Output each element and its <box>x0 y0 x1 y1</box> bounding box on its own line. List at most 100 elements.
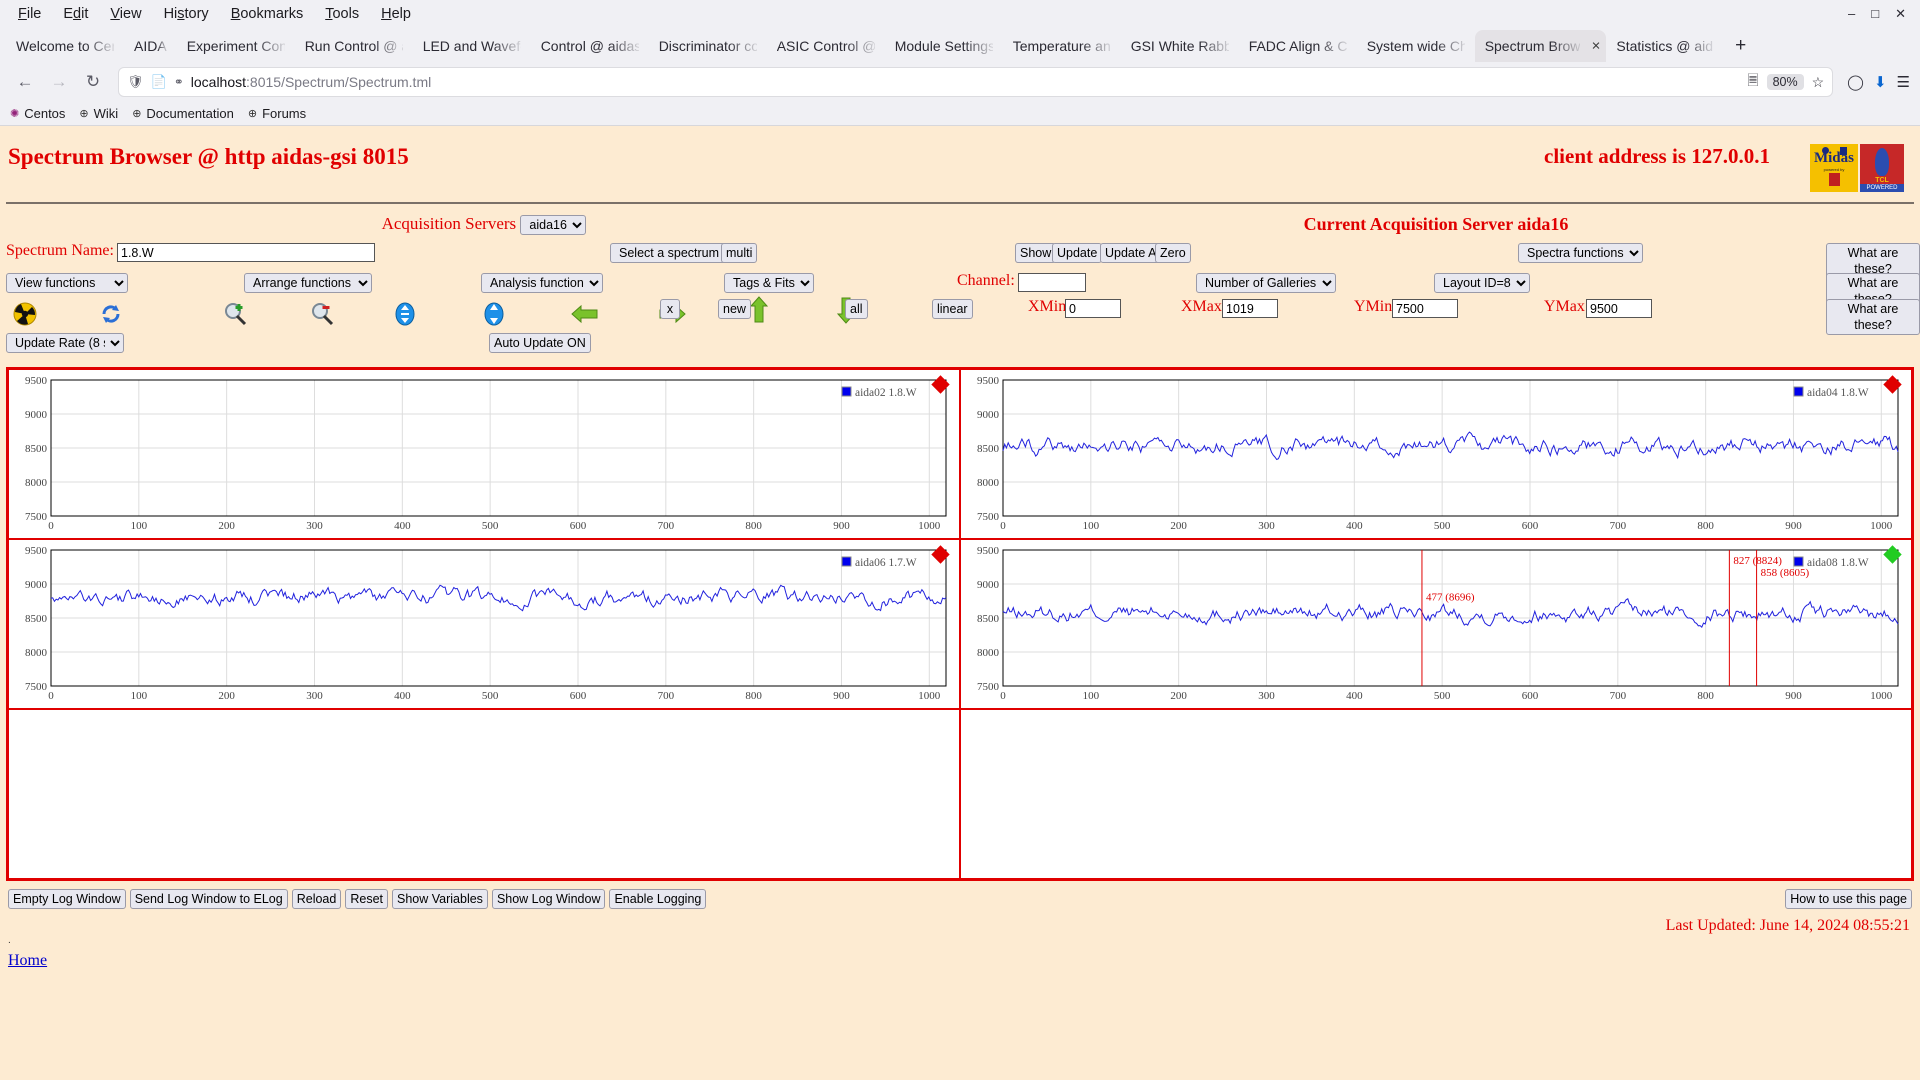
what-are-these-button-3[interactable]: What are these? <box>1826 299 1920 335</box>
forward-icon[interactable]: → <box>44 67 74 97</box>
svg-text:400: 400 <box>394 690 411 702</box>
bookmark-forums[interactable]: ⊕Forums <box>248 106 306 121</box>
zoom-in-icon[interactable] <box>222 301 248 327</box>
window-close-button[interactable]: ✕ <box>1895 6 1906 22</box>
browser-tab-13[interactable]: Spectrum Brow× <box>1475 30 1607 62</box>
browser-tab-8[interactable]: Module Settings <box>885 30 1003 62</box>
analysis-functions-dropdown[interactable]: Analysis functions <box>481 273 603 293</box>
logo-group: Midas powered by TCL POWERED <box>1810 144 1904 192</box>
gallery-cell-aida02[interactable]: 7500800085009000950001002003004005006007… <box>8 369 960 539</box>
layout-id-dropdown[interactable]: Layout ID=8 <box>1434 273 1530 293</box>
browser-tab-6[interactable]: Discriminator co <box>649 30 767 62</box>
zoom-out-icon[interactable] <box>309 301 335 327</box>
how-to-use-this-page-button[interactable]: How to use this page <box>1785 889 1912 909</box>
show-variables-button[interactable]: Show Variables <box>392 889 488 909</box>
browser-tab-12[interactable]: System wide Ch <box>1357 30 1475 62</box>
enable-logging-button[interactable]: Enable Logging <box>609 889 706 909</box>
zoom-level-badge[interactable]: 80% <box>1767 74 1804 90</box>
url-bar[interactable]: 🛡 📄 ⚭ localhost:8015/Spectrum/Spectrum.t… <box>118 67 1833 97</box>
permissions-icon[interactable]: ⚭ <box>174 75 184 89</box>
browser-tab-11[interactable]: FADC Align & C <box>1239 30 1357 62</box>
gallery-cell-aida08[interactable]: 7500800085009000950001002003004005006007… <box>960 539 1912 709</box>
reload-icon[interactable]: ↻ <box>78 67 108 97</box>
expand-vertical-icon[interactable] <box>481 301 507 327</box>
empty-log-window-button[interactable]: Empty Log Window <box>8 889 126 909</box>
linear-button[interactable]: linear <box>932 299 973 319</box>
tab-label: Discriminator co <box>659 38 757 54</box>
refresh-icon[interactable] <box>98 301 124 327</box>
arrow-left-icon[interactable] <box>570 301 596 327</box>
svg-text:800: 800 <box>745 690 762 702</box>
show-log-window-button[interactable]: Show Log Window <box>492 889 606 909</box>
xmin-input[interactable] <box>1065 299 1121 318</box>
zero-button[interactable]: Zero <box>1155 243 1191 263</box>
pocket-icon[interactable]: ◯ <box>1847 73 1864 91</box>
menu-bookmarks[interactable]: Bookmarks <box>221 3 314 25</box>
gallery-cell-empty-1[interactable] <box>960 709 1912 879</box>
number-of-galleries-dropdown[interactable]: Number of Galleries <box>1196 273 1336 293</box>
reload-button[interactable]: Reload <box>292 889 342 909</box>
gallery-cell-empty-0[interactable] <box>8 709 960 879</box>
new-tab-button[interactable]: + <box>1723 30 1758 62</box>
browser-tab-1[interactable]: AIDA <box>124 30 177 62</box>
downloads-icon[interactable]: ⬇ <box>1874 73 1887 91</box>
browser-tab-9[interactable]: Temperature an <box>1003 30 1121 62</box>
arrange-functions-dropdown[interactable]: Arrange functions <box>244 273 372 293</box>
gallery-cell-aida04[interactable]: 7500800085009000950001002003004005006007… <box>960 369 1912 539</box>
auto-update-button[interactable]: Auto Update ON <box>489 333 591 353</box>
page-icon: 📄 <box>151 74 167 90</box>
browser-tab-14[interactable]: Statistics @ aid <box>1606 30 1723 62</box>
browser-tab-10[interactable]: GSI White Rabbi <box>1121 30 1239 62</box>
window-minimize-button[interactable]: – <box>1848 6 1855 22</box>
menu-file[interactable]: FFileile <box>8 3 51 25</box>
x-button[interactable]: x <box>660 299 680 319</box>
menu-help[interactable]: Help <box>371 3 421 25</box>
menu-history[interactable]: History <box>154 3 219 25</box>
app-menu-icon[interactable]: ☰ <box>1897 73 1910 91</box>
send-log-to-elog-button[interactable]: Send Log Window to ELog <box>130 889 288 909</box>
channel-input[interactable] <box>1018 273 1086 292</box>
back-icon[interactable]: ← <box>10 67 40 97</box>
update-button[interactable]: Update <box>1052 243 1102 263</box>
multi-button[interactable]: multi <box>721 243 757 263</box>
tags-fits-dropdown[interactable]: Tags & Fits <box>724 273 814 293</box>
browser-tab-4[interactable]: LED and Wavefo <box>413 30 531 62</box>
view-functions-dropdown[interactable]: View functions <box>6 273 128 293</box>
select-spectrum-dropdown[interactable]: Select a spectrum <box>610 243 739 263</box>
svg-text:7500: 7500 <box>977 511 1000 523</box>
show-button[interactable]: Show <box>1015 243 1056 263</box>
browser-tab-5[interactable]: Control @ aidas <box>531 30 649 62</box>
tab-close-icon[interactable]: × <box>1592 39 1601 54</box>
bookmark-star-icon[interactable]: ☆ <box>1812 74 1825 91</box>
all-button[interactable]: all <box>845 299 868 319</box>
reader-mode-icon[interactable]: 🗏 <box>1747 70 1758 94</box>
ymin-input[interactable] <box>1392 299 1458 318</box>
svg-text:aida06 1.7.W: aida06 1.7.W <box>855 557 917 569</box>
bookmark-wiki[interactable]: ⊕Wiki <box>79 106 118 121</box>
acquisition-server-select[interactable]: aida16 <box>520 215 586 235</box>
new-button[interactable]: new <box>718 299 751 319</box>
bookmark-centos[interactable]: ✺Centos <box>10 106 65 121</box>
svg-text:9500: 9500 <box>977 545 1000 557</box>
browser-tab-0[interactable]: Welcome to Cen <box>6 30 124 62</box>
window-maximize-button[interactable]: □ <box>1871 6 1879 22</box>
home-link[interactable]: Home <box>8 952 47 969</box>
update-rate-dropdown[interactable]: Update Rate (8 secs) <box>6 333 124 353</box>
svg-text:8000: 8000 <box>977 477 1000 489</box>
browser-tab-3[interactable]: Run Control @ a <box>295 30 413 62</box>
ymax-input[interactable] <box>1586 299 1652 318</box>
bookmark-documentation[interactable]: ⊕Documentation <box>132 106 234 121</box>
menu-view[interactable]: View <box>100 3 151 25</box>
browser-tab-2[interactable]: Experiment Cont <box>177 30 295 62</box>
radiation-icon[interactable] <box>12 301 38 327</box>
plot-aida02: 7500800085009000950001002003004005006007… <box>9 370 960 538</box>
menu-tools[interactable]: Tools <box>315 3 369 25</box>
browser-tab-7[interactable]: ASIC Control @ <box>767 30 885 62</box>
collapse-vertical-icon[interactable] <box>392 301 418 327</box>
menu-edit[interactable]: Edit <box>53 3 98 25</box>
xmax-input[interactable] <box>1222 299 1278 318</box>
spectrum-name-input[interactable] <box>117 243 375 262</box>
gallery-cell-aida06[interactable]: 7500800085009000950001002003004005006007… <box>8 539 960 709</box>
reset-button[interactable]: Reset <box>345 889 388 909</box>
spectra-functions-dropdown[interactable]: Spectra functions <box>1518 243 1643 263</box>
